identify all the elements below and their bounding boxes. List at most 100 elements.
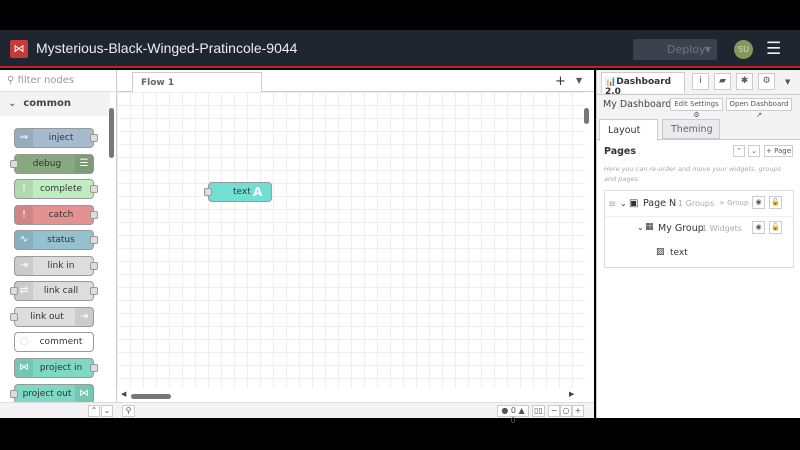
filter-placeholder: filter nodes	[17, 75, 75, 86]
node-palette: ⚲ filter nodes ⌄ common ⇒ inject ☰ debug! co…	[0, 70, 117, 418]
chevron-down-icon[interactable]: ▼	[705, 39, 711, 60]
warning-count: 0	[510, 416, 516, 425]
zoom-out-button[interactable]: −	[548, 405, 560, 417]
category-common[interactable]: ⌄ common	[0, 92, 110, 116]
flow-tab-bar: Flow 1 + ▼	[117, 70, 594, 93]
add-flow-icon[interactable]: +	[555, 74, 566, 89]
flow-canvas[interactable]: text A	[117, 92, 585, 388]
node-label: comment	[39, 337, 83, 347]
output-port	[90, 236, 98, 244]
deploy-label: Deploy	[667, 43, 706, 56]
palette-node-comment[interactable]: ◌ comment	[14, 332, 94, 352]
navigator-map-icon[interactable]: ▯▯	[532, 405, 545, 417]
notifications-button[interactable]: ● 0 ▲ 0	[497, 405, 529, 425]
palette-node-link-out[interactable]: ⇥ link out	[10, 307, 94, 327]
input-port	[10, 160, 18, 168]
group-name[interactable]: My Group	[658, 223, 704, 234]
chevron-down-icon[interactable]: ⌄	[620, 199, 627, 208]
tab-flow-1[interactable]: Flow 1	[132, 72, 262, 93]
vertical-scrollbar[interactable]	[584, 108, 589, 124]
filter-nodes-input[interactable]: ⚲ filter nodes	[0, 70, 117, 92]
add-group-button[interactable]: + Group	[719, 199, 748, 207]
collapse-all-button[interactable]: ⌃	[88, 405, 100, 417]
horizontal-scrollbar[interactable]	[131, 394, 171, 399]
tab-theming[interactable]: Theming	[662, 119, 720, 139]
pages-help-text: Here you can re-order and move your widg…	[604, 165, 781, 183]
input-port[interactable]	[204, 188, 212, 196]
node-label: complete	[39, 184, 83, 194]
chevron-down-icon[interactable]: ⌄	[637, 223, 644, 232]
node-icon: !	[15, 180, 33, 198]
input-port	[10, 390, 18, 398]
book-icon[interactable]: ▰	[714, 73, 731, 90]
bar-chart-icon: 📊	[605, 77, 617, 87]
sidebar: 📊Dashboard 2.0 i ▰ ✱ ⚙ ▼ My Dashboard Ed…	[596, 70, 800, 418]
group-lock-icon[interactable]: 🔓	[769, 221, 782, 234]
node-label: link in	[47, 261, 75, 271]
move-up-button[interactable]: ⌃	[733, 145, 745, 157]
scroll-right-icon[interactable]: ▶	[569, 390, 574, 398]
palette-node-link-call[interactable]: ⇄ link call	[10, 281, 98, 301]
group-visibility-eye-icon[interactable]: ◉	[752, 221, 765, 234]
pages-heading: Pages	[604, 146, 637, 157]
search-icon: ⚲	[7, 75, 15, 86]
page-lock-icon[interactable]: 🔓	[769, 196, 782, 209]
input-port	[10, 313, 18, 321]
node-label: debug	[32, 159, 62, 169]
palette-node-complete[interactable]: ! complete	[14, 179, 98, 199]
open-dashboard-label: Open Dashboard	[729, 100, 789, 108]
user-avatar[interactable]: SU	[734, 40, 753, 59]
tab-layout[interactable]: Layout	[599, 119, 658, 141]
zoom-in-button[interactable]: +	[572, 405, 584, 417]
node-icon: ⋈	[75, 385, 93, 403]
workspace: Flow 1 + ▼ text A ◀ ▶ ⚲ ● 0 ▲ 0 ▯▯ − ○ +	[117, 70, 594, 425]
palette-node-catch[interactable]: ! catch	[14, 205, 98, 225]
app-title: Mysterious-Black-Winged-Pratincole-9044	[36, 40, 298, 56]
palette-node-debug[interactable]: ☰ debug	[10, 154, 94, 174]
gear-icon[interactable]: ⚙	[758, 73, 775, 90]
output-port	[90, 364, 98, 372]
edit-settings-button[interactable]: Edit Settings ⚙	[670, 98, 723, 119]
palette-node-link-in[interactable]: ⇥ link in	[14, 256, 98, 276]
open-dashboard-button[interactable]: Open Dashboard ↗	[726, 98, 792, 119]
deploy-button[interactable]: Deploy ▼	[633, 39, 717, 60]
node-icon: ∿	[15, 231, 33, 249]
tab-dashboard-2[interactable]: 📊Dashboard 2.0	[601, 72, 685, 97]
widget-name[interactable]: text	[670, 248, 688, 258]
add-page-button[interactable]: + Page	[764, 145, 793, 157]
node-label: link call	[43, 286, 79, 296]
flow-node-text[interactable]: text A	[204, 182, 272, 202]
chevron-down-icon: ⌄	[8, 98, 17, 109]
palette-node-project-in[interactable]: ⋈ project in	[14, 358, 98, 378]
table-grid-icon: ▦	[645, 222, 654, 232]
add-page-label: Page	[774, 147, 792, 155]
drag-handle-icon[interactable]: ≡	[608, 199, 616, 210]
scroll-left-icon[interactable]: ◀	[121, 390, 126, 398]
output-port	[90, 211, 98, 219]
node-icon: ⇒	[15, 129, 33, 147]
search-flows-icon[interactable]: ⚲	[122, 405, 135, 417]
node-icon: ⇥	[75, 308, 93, 326]
zoom-reset-button[interactable]: ○	[560, 405, 572, 417]
info-icon[interactable]: i	[692, 73, 709, 90]
hamburger-menu-icon[interactable]: ☰	[766, 40, 784, 58]
palette-node-status[interactable]: ∿ status	[14, 230, 98, 250]
bug-icon[interactable]: ✱	[736, 73, 753, 90]
palette-node-project-out[interactable]: ⋈ project out	[10, 384, 94, 404]
flow-list-chevron-icon[interactable]: ▼	[576, 76, 582, 85]
expand-all-button[interactable]: ⌄	[101, 405, 113, 417]
divider	[597, 94, 800, 95]
edit-settings-label: Edit Settings	[674, 100, 719, 108]
page-visibility-eye-icon[interactable]: ◉	[752, 196, 765, 209]
move-down-button[interactable]: ⌄	[748, 145, 760, 157]
node-label: status	[47, 235, 75, 245]
node-label: project in	[39, 363, 83, 373]
page-name[interactable]: Page N	[643, 198, 676, 209]
palette-node-inject[interactable]: ⇒ inject	[14, 128, 98, 148]
output-port	[90, 262, 98, 270]
output-port	[90, 185, 98, 193]
palette-scrollbar[interactable]	[109, 108, 114, 158]
sidebar-menu-chevron-icon[interactable]: ▼	[785, 78, 790, 86]
palette-footer: ⌃ ⌄	[0, 402, 117, 418]
input-port	[10, 287, 18, 295]
